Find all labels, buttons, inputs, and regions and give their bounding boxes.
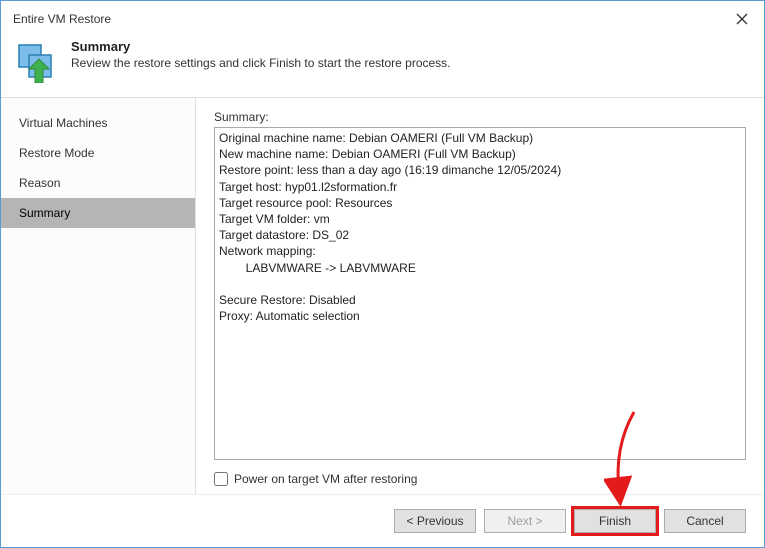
sidebar-item-reason[interactable]: Reason <box>1 168 195 198</box>
sidebar-item-vms[interactable]: Virtual Machines <box>1 108 195 138</box>
previous-button[interactable]: < Previous <box>394 509 476 533</box>
next-button: Next > <box>484 509 566 533</box>
summary-textbox[interactable]: Original machine name: Debian OAMERI (Fu… <box>214 127 746 460</box>
power-on-checkbox-row[interactable]: Power on target VM after restoring <box>214 472 746 486</box>
header-text: Summary Review the restore settings and … <box>71 39 451 70</box>
header-title: Summary <box>71 39 451 54</box>
cancel-button[interactable]: Cancel <box>664 509 746 533</box>
sidebar-item-summary[interactable]: Summary <box>1 198 195 228</box>
wizard-content: Summary: Original machine name: Debian O… <box>196 98 764 494</box>
header-subtitle: Review the restore settings and click Fi… <box>71 56 451 70</box>
close-icon <box>736 13 748 25</box>
sidebar-item-restore-mode[interactable]: Restore Mode <box>1 138 195 168</box>
window-title: Entire VM Restore <box>13 12 111 26</box>
restore-wizard-window: Entire VM Restore Summary Review the res… <box>0 0 765 548</box>
finish-button[interactable]: Finish <box>574 509 656 533</box>
titlebar: Entire VM Restore <box>1 1 764 33</box>
wizard-sidebar: Virtual Machines Restore Mode Reason Sum… <box>1 98 196 494</box>
restore-icon <box>15 39 59 83</box>
power-on-checkbox-label: Power on target VM after restoring <box>234 472 417 486</box>
wizard-body: Virtual Machines Restore Mode Reason Sum… <box>1 97 764 494</box>
power-on-checkbox[interactable] <box>214 472 228 486</box>
close-button[interactable] <box>732 9 752 29</box>
wizard-header: Summary Review the restore settings and … <box>1 33 764 97</box>
summary-label: Summary: <box>214 110 746 124</box>
wizard-footer: < Previous Next > Finish Cancel <box>1 494 764 547</box>
